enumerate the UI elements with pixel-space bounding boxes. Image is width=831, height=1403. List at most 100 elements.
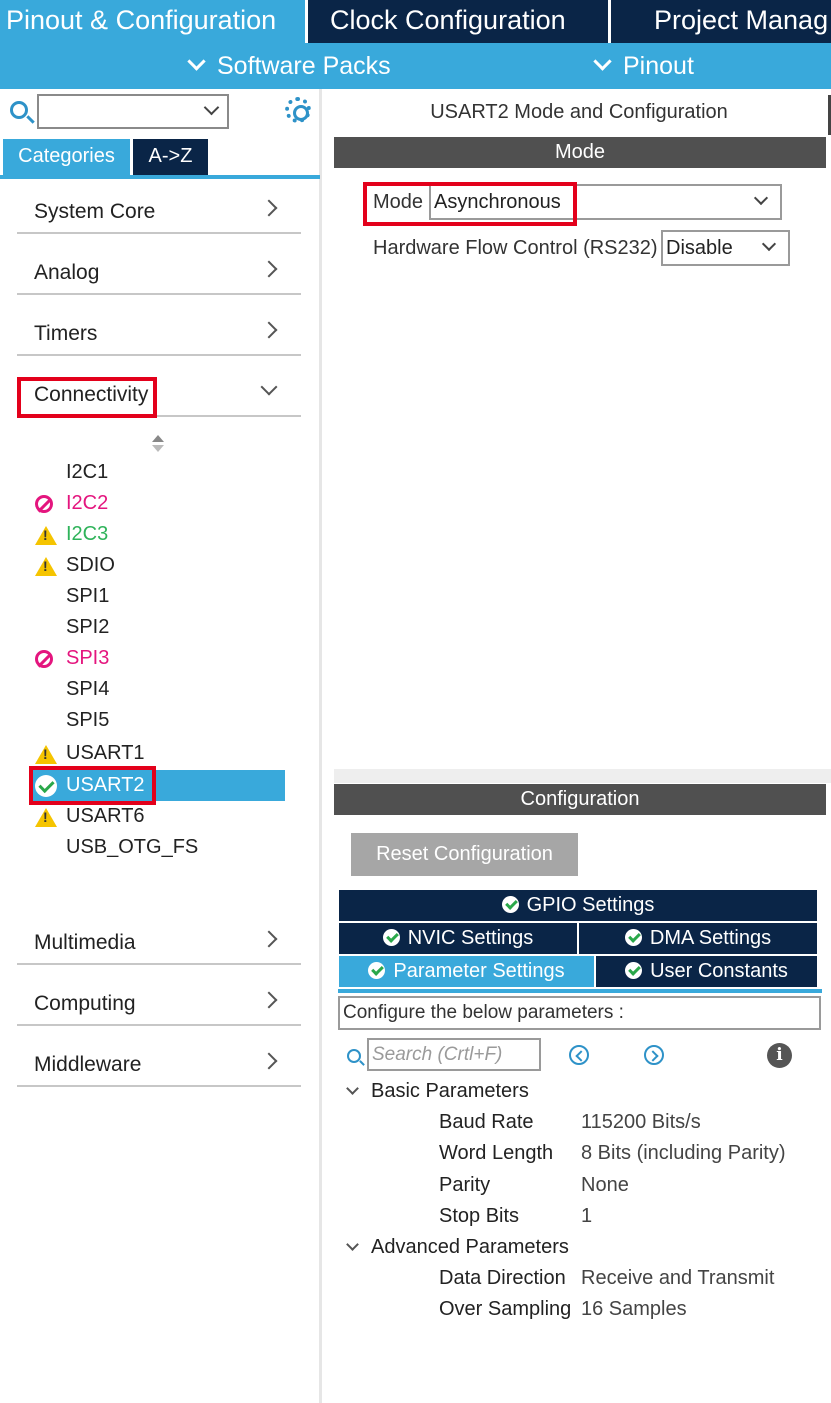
peripheral-spi2[interactable]: SPI2 bbox=[31, 612, 285, 643]
search-icon bbox=[347, 1049, 361, 1063]
category-label: System Core bbox=[34, 200, 156, 223]
param-name: Stop Bits bbox=[439, 1205, 520, 1227]
category-tabs: Categories A->Z bbox=[0, 139, 320, 179]
param-value[interactable]: 8 Bits (including Parity) bbox=[581, 1142, 786, 1165]
tab-clock-configuration[interactable]: Clock Configuration bbox=[308, 0, 608, 43]
param-name: Baud Rate bbox=[439, 1111, 534, 1133]
param-name: Over Sampling bbox=[439, 1298, 572, 1320]
sort-icon[interactable] bbox=[152, 435, 164, 455]
param-name: Parity bbox=[439, 1174, 491, 1196]
tab-pinout-configuration[interactable]: Pinout & Configuration bbox=[0, 0, 305, 43]
category-search-row bbox=[0, 89, 320, 137]
peripheral-usart1[interactable]: USART1 bbox=[31, 738, 285, 769]
chevron-right-icon bbox=[260, 260, 278, 278]
chevron-down-icon[interactable] bbox=[203, 99, 220, 116]
warning-icon bbox=[35, 808, 57, 827]
category-timers[interactable]: Timers bbox=[17, 298, 301, 356]
category-multimedia[interactable]: Multimedia bbox=[17, 907, 301, 965]
peripheral-i2c1[interactable]: I2C1 bbox=[31, 457, 285, 488]
secondary-toolbar: Software Packs Pinout bbox=[0, 43, 831, 89]
chevron-down-icon bbox=[761, 236, 777, 252]
peripheral-i2c2[interactable]: I2C2 bbox=[31, 488, 285, 519]
chevron-right-icon bbox=[260, 199, 278, 217]
tab-parameter-settings[interactable]: Parameter Settings bbox=[339, 956, 594, 987]
chevron-right-icon bbox=[260, 321, 278, 339]
parameter-search-input[interactable] bbox=[372, 1040, 539, 1069]
category-label: Analog bbox=[34, 261, 100, 284]
previous-result-icon[interactable] bbox=[569, 1045, 589, 1065]
mode-section-header: Mode bbox=[334, 137, 826, 168]
category-search-input[interactable] bbox=[37, 94, 229, 129]
chevron-down-icon bbox=[346, 1082, 359, 1095]
peripheral-spi4[interactable]: SPI4 bbox=[31, 674, 285, 705]
peripheral-sdio[interactable]: SDIO bbox=[31, 550, 285, 581]
tab-a-to-z[interactable]: A->Z bbox=[133, 139, 208, 175]
tab-label: GPIO Settings bbox=[526, 894, 655, 916]
chevron-down-icon bbox=[187, 52, 206, 71]
pinout-label: Pinout bbox=[623, 52, 694, 80]
chevron-down-icon bbox=[260, 378, 278, 396]
peripheral-i2c3[interactable]: I2C3 bbox=[31, 519, 285, 550]
peripheral-usb-otg-fs[interactable]: USB_OTG_FS bbox=[31, 832, 285, 863]
blocked-icon bbox=[35, 495, 53, 513]
tab-label: NVIC Settings bbox=[407, 927, 534, 949]
tab-dma-settings[interactable]: DMA Settings bbox=[579, 923, 817, 954]
param-value[interactable]: None bbox=[581, 1174, 629, 1197]
advanced-parameters-group[interactable]: Advanced Parameters bbox=[346, 1236, 569, 1259]
peripheral-spi3[interactable]: SPI3 bbox=[31, 643, 285, 674]
category-system-core[interactable]: System Core bbox=[17, 176, 301, 234]
chevron-down-icon bbox=[346, 1238, 359, 1251]
hardware-flow-control-value: Disable bbox=[666, 237, 733, 259]
basic-parameters-group[interactable]: Basic Parameters bbox=[346, 1080, 529, 1103]
parameter-search-field[interactable] bbox=[367, 1038, 541, 1071]
reset-configuration-button[interactable]: Reset Configuration bbox=[351, 833, 578, 876]
category-label: Computing bbox=[34, 992, 136, 1015]
hardware-flow-control-select[interactable]: Disable bbox=[661, 230, 790, 266]
param-value[interactable]: Receive and Transmit bbox=[581, 1267, 774, 1290]
panel-title: USART2 Mode and Configuration bbox=[430, 101, 728, 123]
peripheral-spi5[interactable]: SPI5 bbox=[31, 705, 285, 736]
param-value[interactable]: 1 bbox=[581, 1205, 592, 1228]
warning-icon bbox=[35, 745, 57, 764]
category-analog[interactable]: Analog bbox=[17, 237, 301, 295]
check-circle-icon bbox=[625, 962, 643, 979]
check-circle-icon bbox=[368, 962, 386, 979]
category-computing[interactable]: Computing bbox=[17, 968, 301, 1026]
peripheral-label: I2C2 bbox=[66, 492, 109, 514]
panel-divider[interactable] bbox=[334, 769, 831, 783]
next-result-icon[interactable] bbox=[644, 1045, 664, 1065]
param-value[interactable]: 115200 Bits/s bbox=[581, 1111, 701, 1134]
highlight-box bbox=[363, 182, 577, 226]
tab-categories[interactable]: Categories bbox=[3, 139, 130, 175]
tab-project-manager[interactable]: Project Manag bbox=[611, 0, 831, 43]
tab-user-constants[interactable]: User Constants bbox=[596, 956, 817, 987]
tab-label: User Constants bbox=[650, 960, 788, 982]
software-packs-menu[interactable]: Software Packs bbox=[187, 43, 391, 89]
chevron-right-icon bbox=[260, 991, 278, 1009]
parameters-description: Configure the below parameters : bbox=[338, 996, 821, 1030]
check-circle-icon bbox=[501, 896, 519, 913]
category-label: Multimedia bbox=[34, 931, 136, 954]
info-icon[interactable]: i bbox=[767, 1043, 792, 1068]
pinout-menu[interactable]: Pinout bbox=[593, 43, 694, 89]
gear-icon[interactable] bbox=[285, 97, 311, 123]
peripheral-spi1[interactable]: SPI1 bbox=[31, 581, 285, 612]
chevron-right-icon bbox=[260, 1052, 278, 1070]
param-value[interactable]: 16 Samples bbox=[581, 1298, 687, 1321]
configuration-section-header: Configuration bbox=[334, 784, 826, 815]
param-name: Word Length bbox=[439, 1142, 554, 1164]
tab-gpio-settings[interactable]: GPIO Settings bbox=[339, 890, 817, 921]
warning-icon bbox=[35, 526, 57, 545]
param-name: Data Direction bbox=[439, 1267, 566, 1289]
search-icon bbox=[10, 101, 28, 119]
peripheral-label: USART1 bbox=[66, 742, 145, 764]
category-label: Timers bbox=[34, 322, 98, 345]
mode-configuration-panel: USART2 Mode and Configuration Mode Mode … bbox=[334, 89, 831, 1403]
category-middleware[interactable]: Middleware bbox=[17, 1029, 301, 1087]
highlight-box bbox=[29, 766, 156, 805]
peripheral-usart6[interactable]: USART6 bbox=[31, 801, 285, 832]
warning-icon bbox=[35, 557, 57, 576]
categories-panel: Categories A->Z System Core Analog Timer… bbox=[0, 89, 322, 1403]
hardware-flow-control-label: Hardware Flow Control (RS232) bbox=[373, 237, 658, 259]
tab-nvic-settings[interactable]: NVIC Settings bbox=[339, 923, 577, 954]
